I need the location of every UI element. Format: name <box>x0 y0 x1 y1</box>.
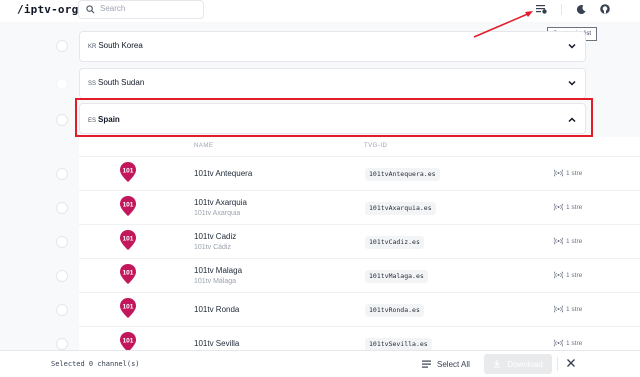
download-button[interactable]: Download <box>484 354 552 374</box>
site-logo[interactable]: /iptv-org <box>17 3 78 16</box>
tvg-id: 101tvAxarquia.es <box>365 202 436 215</box>
streams-label: 1 stre <box>566 237 583 245</box>
search-icon <box>86 5 95 14</box>
streams-count[interactable]: 1 stre <box>554 339 582 347</box>
broadcast-icon <box>554 169 563 177</box>
channel-logo: 101 <box>120 264 136 284</box>
tvg-id: 101tvRonda.es <box>365 304 424 317</box>
channel-row[interactable]: 101 101tv Ronda 101tvRonda.es 1 stre <box>79 292 640 327</box>
channel-logo-text: 101 <box>123 236 134 243</box>
country-name: South Korea <box>98 41 143 50</box>
channel-logo-text: 101 <box>123 304 134 311</box>
streams-count[interactable]: 1 stre <box>554 169 582 177</box>
channel-row[interactable]: 101 101tv Cadiz 101tv Cádiz 101tvCadiz.e… <box>79 224 640 259</box>
country-row-south-sudan[interactable]: SS South Sudan <box>79 68 586 99</box>
select-all-button[interactable]: Select All <box>422 356 470 372</box>
playlist-add-icon <box>535 5 547 14</box>
channel-logo-text: 101 <box>123 168 134 175</box>
select-all-label: Select All <box>437 359 470 369</box>
channel-name: 101tv Sevilla <box>194 339 240 348</box>
broadcast-icon <box>554 271 563 279</box>
column-header-tvg-id: TVG-ID <box>364 143 388 149</box>
channel-name: 101tv Axarquia <box>194 198 247 207</box>
create-playlist-button[interactable] <box>532 1 550 17</box>
tvg-id: 101tvMalaga.es <box>365 270 428 283</box>
country-row-south-korea[interactable]: KR South Korea <box>79 31 586 62</box>
download-label: Download <box>507 359 543 369</box>
close-icon[interactable] <box>565 357 577 369</box>
channel-checkbox[interactable] <box>56 338 68 350</box>
dark-mode-toggle[interactable] <box>572 1 590 17</box>
streams-label: 1 stre <box>566 169 583 177</box>
broadcast-icon <box>554 339 563 347</box>
country-code: KR <box>88 44 97 50</box>
channel-checkbox[interactable] <box>56 270 68 282</box>
channel-name: 101tv Antequera <box>194 169 253 178</box>
channel-alt-name: 101tv Cádiz <box>194 244 231 251</box>
annotation-highlight-box <box>75 98 593 137</box>
streams-label: 1 stre <box>566 203 583 211</box>
channel-name: 101tv Ronda <box>194 305 240 314</box>
selected-count: Selected 0 channel(s) <box>51 360 140 368</box>
tvg-id: 101tvCadiz.es <box>365 236 424 249</box>
channel-logo: 101 <box>120 230 136 250</box>
broadcast-icon <box>554 203 563 211</box>
header-divider <box>561 4 562 15</box>
channel-alt-name: 101tv Málaga <box>194 278 237 285</box>
channel-checkbox[interactable] <box>56 236 68 248</box>
streams-count[interactable]: 1 stre <box>554 271 582 279</box>
channel-row[interactable]: 101 101tv Antequera 101tvAntequera.es 1 … <box>79 156 640 191</box>
column-header-name: NAME <box>194 143 214 149</box>
search-placeholder: Search <box>100 4 126 13</box>
streams-label: 1 stre <box>566 339 583 347</box>
channel-logo-text: 101 <box>123 338 134 345</box>
chevron-down-icon <box>568 43 576 49</box>
channel-logo: 101 <box>120 196 136 216</box>
streams-count[interactable]: 1 stre <box>554 237 582 245</box>
country-name: South Sudan <box>98 78 145 87</box>
github-icon <box>600 4 610 14</box>
country-checkbox[interactable] <box>56 78 68 90</box>
channel-logo: 101 <box>120 162 136 182</box>
list-check-icon <box>422 360 431 368</box>
streams-label: 1 stre <box>566 305 583 313</box>
country-code: SS <box>88 81 97 87</box>
search-input[interactable]: Search <box>78 0 204 19</box>
broadcast-icon <box>554 237 563 245</box>
chevron-down-icon <box>568 80 576 86</box>
moon-icon <box>576 4 586 14</box>
channel-checkbox[interactable] <box>56 202 68 214</box>
channel-logo-text: 101 <box>123 202 134 209</box>
top-bar: /iptv-org Search <box>0 0 640 22</box>
footer-divider <box>557 357 558 371</box>
tvg-id: 101tvAntequera.es <box>365 168 440 181</box>
channel-row[interactable]: 101 101tv Malaga 101tv Málaga 101tvMalag… <box>79 258 640 293</box>
streams-count[interactable]: 1 stre <box>554 305 582 313</box>
streams-count[interactable]: 1 stre <box>554 203 582 211</box>
country-checkbox[interactable] <box>56 114 68 126</box>
channel-checkbox[interactable] <box>56 304 68 316</box>
download-icon <box>493 360 501 368</box>
channel-name: 101tv Malaga <box>194 266 243 275</box>
broadcast-icon <box>554 305 563 313</box>
country-checkbox[interactable] <box>56 40 68 52</box>
channel-logo-text: 101 <box>123 270 134 277</box>
selection-footer: Selected 0 channel(s) Select All Downloa… <box>0 350 640 377</box>
channel-row[interactable]: 101 101tv Axarquia 101tv Axarquia 101tvA… <box>79 190 640 225</box>
github-link[interactable] <box>596 1 614 17</box>
channel-alt-name: 101tv Axarquia <box>194 210 241 217</box>
channel-checkbox[interactable] <box>56 168 68 180</box>
channel-logo: 101 <box>120 298 136 318</box>
streams-label: 1 stre <box>566 271 583 279</box>
channel-name: 101tv Cadiz <box>194 232 237 241</box>
